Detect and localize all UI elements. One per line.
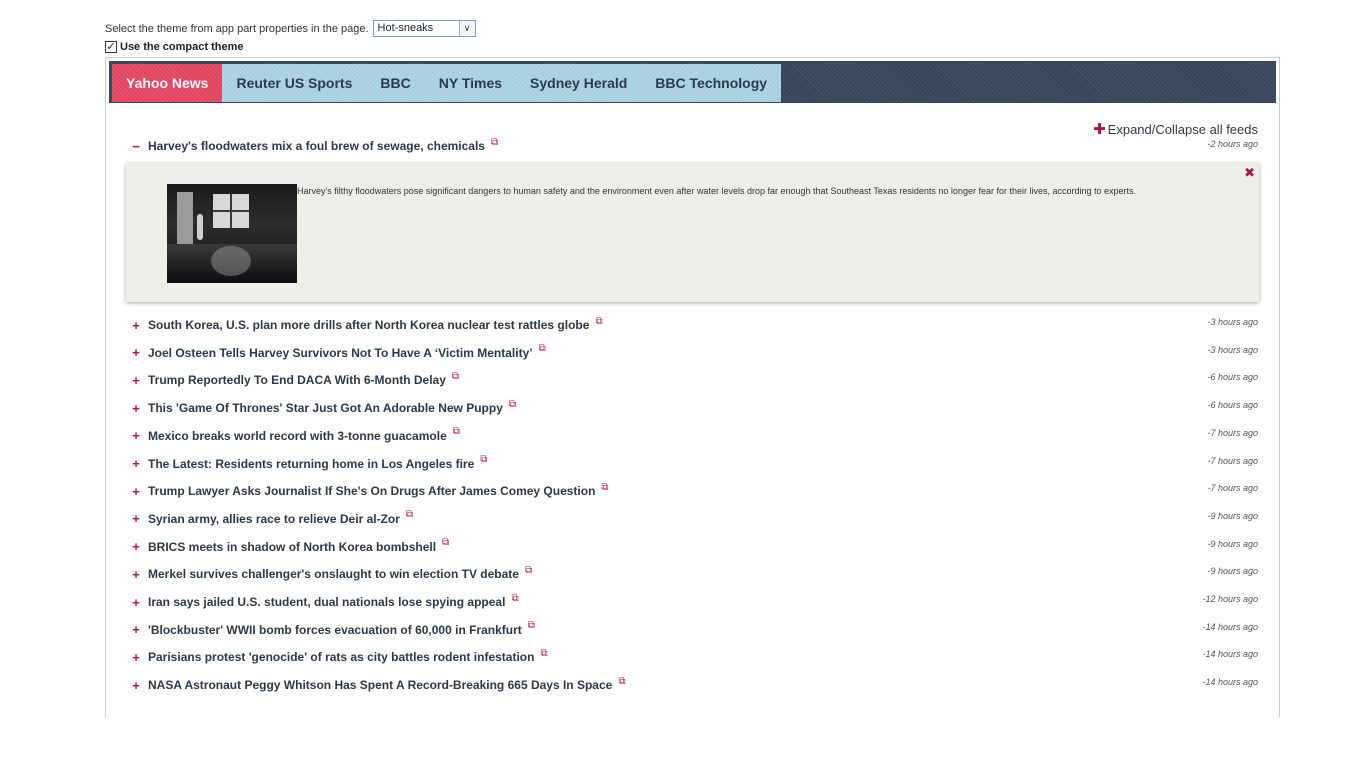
feed-item-title[interactable]: Merkel survives challenger's onslaught t… [148,567,519,581]
plus-icon[interactable]: + [130,373,142,388]
external-link-icon[interactable]: ⧉ [618,676,625,687]
external-link-icon[interactable]: ⧉ [406,509,413,520]
feed-item[interactable]: + Mexico breaks world record with 3-tonne… [130,426,1258,446]
external-link-icon[interactable]: ⧉ [511,593,518,604]
feed-panel: Yahoo News Reuter US Sports BBC NY Times Syd… [105,57,1280,717]
tab-bbc[interactable]: BBC [366,64,425,102]
feed-item[interactable]: + Syrian army, allies race to relieve Dei… [130,509,1258,529]
external-link-icon[interactable]: ⧉ [601,482,608,493]
plus-icon[interactable]: + [130,595,142,610]
feed-item[interactable]: + NASA Astronaut Peggy Whitson Has Spent … [130,675,1258,695]
external-link-icon[interactable]: ⧉ [595,316,602,327]
feed-item-title[interactable]: Parisians protest 'genocide' of rats as … [148,650,534,664]
feed-item[interactable]: + BRICS meets in shadow of North Korea bo… [130,537,1258,557]
external-link-icon[interactable]: ⧉ [525,565,532,576]
plus-icon[interactable]: + [130,456,142,471]
feed-item[interactable]: + Joel Osteen Tells Harvey Survivors Not … [130,343,1258,363]
feed-item-thumbnail [167,184,297,283]
feed-item-time: -7 hours ago [1207,427,1258,438]
feed-item-time: -6 hours ago [1207,372,1258,383]
plus-icon[interactable]: + [130,318,142,333]
plus-icon[interactable]: + [130,539,142,554]
theme-label: Select the theme from app part propertie… [105,22,369,35]
feed-item-time: -12 hours ago [1202,594,1258,604]
plus-icon[interactable]: + [130,511,142,526]
theme-dropdown[interactable]: Hot-sneaks ∨ [372,20,476,37]
feed-item-time: -14 hours ago [1202,621,1258,632]
feed-item-title[interactable]: Mexico breaks world record with 3-tonne … [148,429,447,443]
external-link-icon[interactable]: ⧉ [539,343,546,354]
plus-icon[interactable]: + [130,622,142,637]
theme-select-row: Select the theme from app part propertie… [105,20,476,37]
feed-item[interactable]: + Trump Lawyer Asks Journalist If She's O… [130,481,1258,501]
chevron-down-icon[interactable]: ∨ [458,21,475,36]
tab-sydney-herald[interactable]: Sydney Herald [516,64,642,102]
plus-icon[interactable]: + [130,678,142,693]
feed-item-title[interactable]: 'Blockbuster' WWII bomb forces evacuatio… [148,623,522,637]
feed-item-title[interactable]: This 'Game Of Thrones' Star Just Got An … [148,401,503,415]
feed-item-time: -9 hours ago [1207,510,1258,521]
external-link-icon[interactable]: ⧉ [509,399,516,410]
feed-item-time: -14 hours ago [1202,677,1258,688]
close-icon[interactable]: ✖ [1244,165,1255,181]
feed-item-title[interactable]: The Latest: Residents returning home in … [148,457,474,471]
feed-item-time: -7 hours ago [1207,455,1258,466]
plus-icon[interactable]: + [130,345,142,360]
feed-item-time: -3 hours ago [1207,344,1258,355]
feed-item-title[interactable]: Syrian army, allies race to relieve Deir… [148,512,400,526]
compact-theme-label[interactable]: Use the compact theme [120,41,243,53]
minus-icon[interactable]: − [130,139,142,154]
feed-item-time: -7 hours ago [1207,483,1258,494]
feed-item[interactable]: + The Latest: Residents returning home in… [130,454,1258,474]
feed-item-title[interactable]: Trump Lawyer Asks Journalist If She's On… [148,484,595,498]
external-link-icon[interactable]: ⧉ [480,454,487,465]
plus-icon[interactable]: + [130,650,142,665]
feed-item-time: -6 hours ago [1207,400,1258,411]
tab-bar: Yahoo News Reuter US Sports BBC NY Times Syd… [109,61,1276,103]
expand-collapse-all-label: Expand/Collapse all feeds [1107,121,1258,137]
feed-item[interactable]: + This 'Game Of Thrones' Star Just Got An… [130,398,1258,418]
feed-item-expanded[interactable]: − Harvey's floodwaters mix a foul brew o… [130,136,1258,156]
external-link-icon[interactable]: ⧉ [452,371,459,382]
feed-item[interactable]: + Trump Reportedly To End DACA With 6-Mon… [130,370,1258,390]
feed-item-time: -9 hours ago [1207,566,1258,577]
feed-item-detail: ✖ Harvey's filthy floodwaters pose signi… [126,163,1259,302]
feed-item-time: -14 hours ago [1202,649,1258,660]
plus-icon[interactable]: + [130,484,142,499]
feed-item[interactable]: + Merkel survives challenger's onslaught … [130,564,1258,584]
feed-item[interactable]: + Parisians protest 'genocide' of rats as… [130,647,1258,667]
feed-item-time: -3 hours ago [1207,317,1258,327]
feed-item-title[interactable]: Iran says jailed U.S. student, dual nati… [148,595,505,609]
feed-item-title[interactable]: Joel Osteen Tells Harvey Survivors Not T… [148,346,533,360]
compact-theme-checkbox[interactable]: ✓ [105,41,117,53]
feed-item[interactable]: + 'Blockbuster' WWII bomb forces evacuati… [130,620,1258,640]
feed-item-title[interactable]: BRICS meets in shadow of North Korea bom… [148,540,436,554]
feed-item-time: -2 hours ago [1207,139,1258,149]
tab-ny-times[interactable]: NY Times [424,64,517,102]
feed-item[interactable]: + Iran says jailed U.S. student, dual nat… [130,592,1258,612]
theme-dropdown-value: Hot-sneaks [377,22,434,34]
external-link-icon[interactable]: ⧉ [442,537,449,548]
compact-theme-row: ✓ Use the compact theme [105,41,243,53]
external-link-icon[interactable]: ⧉ [491,137,498,148]
plus-icon[interactable]: + [130,401,142,416]
tab-yahoo-news[interactable]: Yahoo News [112,64,223,102]
external-link-icon[interactable]: ⧉ [540,648,547,659]
plus-icon[interactable]: + [130,428,142,443]
tab-reuter-us-sports[interactable]: Reuter US Sports [222,64,367,102]
feed-item[interactable]: + South Korea, U.S. plan more drills afte… [130,315,1258,335]
tab-bbc-technology[interactable]: BBC Technology [641,64,782,102]
external-link-icon[interactable]: ⧉ [453,426,460,437]
feed-item-title[interactable]: NASA Astronaut Peggy Whitson Has Spent A… [148,678,612,692]
feed-item-time: -9 hours ago [1207,538,1258,549]
feed-item-title[interactable]: Harvey's floodwaters mix a foul brew of … [148,139,485,153]
plus-icon[interactable]: + [130,567,142,582]
feed-item-title[interactable]: Trump Reportedly To End DACA With 6-Mont… [148,373,446,387]
external-link-icon[interactable]: ⧉ [528,620,535,631]
feed-item-description: Harvey's filthy floodwaters pose signifi… [297,186,1137,196]
feed-item-title[interactable]: South Korea, U.S. plan more drills after… [148,318,589,332]
tab-list: Yahoo News Reuter US Sports BBC NY Times Syd… [112,64,782,102]
